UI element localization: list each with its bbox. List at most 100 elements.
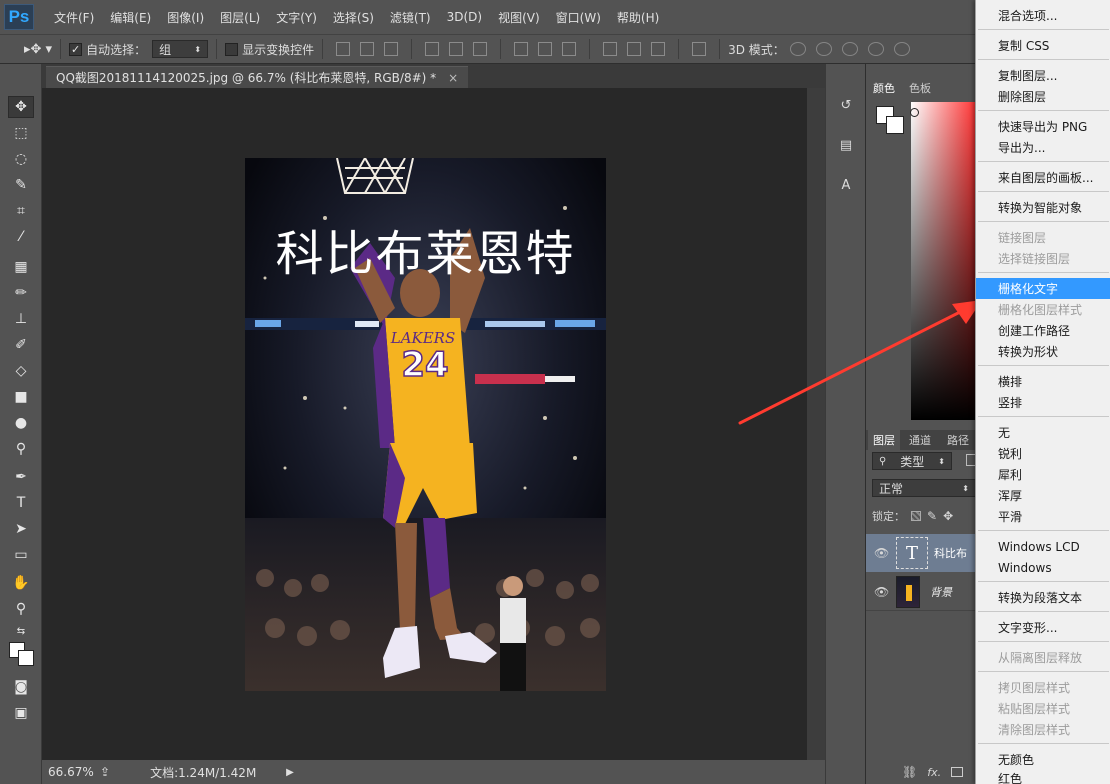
eraser-tool-icon[interactable]: ◇ (8, 360, 34, 382)
gradient-tool-icon[interactable]: ■ (8, 386, 34, 408)
document-tab[interactable]: QQ截图20181114120025.jpg @ 66.7% (科比布莱恩特, … (46, 66, 469, 88)
eyedropper-tool-icon[interactable]: ⁄ (8, 226, 34, 248)
menu-item-release-isolation[interactable]: 从隔离图层释放 (976, 647, 1110, 668)
menu-item-duplicate-layer[interactable]: 复制图层... (976, 65, 1110, 86)
menu-item-convert-to-shape[interactable]: 转换为形状 (976, 341, 1110, 362)
pen-tool-icon[interactable]: ✒ (8, 466, 34, 488)
visibility-eye-icon[interactable]: 👁 (874, 546, 889, 560)
menu-item-copy-layer-style[interactable]: 拷贝图层样式 (976, 677, 1110, 698)
marquee-tool-icon[interactable]: ⬚ (8, 122, 34, 144)
background-swatch[interactable] (886, 116, 904, 134)
lasso-tool-icon[interactable]: ◌ (8, 148, 34, 170)
add-mask-icon[interactable] (951, 767, 964, 777)
zoom-tool-icon[interactable]: ⚲ (8, 598, 34, 620)
menu-filter[interactable]: 滤镜(T) (382, 9, 439, 26)
lock-brush-icon[interactable]: ✎ (927, 509, 937, 523)
properties-panel-icon[interactable]: ▤ (834, 134, 858, 156)
distribute-bottom-icon[interactable] (562, 42, 577, 56)
distribute-hcenter-icon[interactable] (627, 42, 642, 56)
align-hcenter-icon[interactable] (449, 42, 464, 56)
menu-select[interactable]: 选择(S) (325, 9, 382, 26)
menu-3d[interactable]: 3D(D) (439, 10, 490, 24)
show-transform-checkbox[interactable] (225, 42, 239, 56)
align-vcenter-icon[interactable] (360, 42, 375, 56)
move-tool-icon[interactable]: ✥ (8, 96, 34, 118)
path-select-tool-icon[interactable]: ➤ (8, 518, 34, 540)
visibility-eye-icon[interactable]: 👁 (874, 585, 889, 599)
menu-type[interactable]: 文字(Y) (268, 9, 325, 26)
menu-edit[interactable]: 编辑(E) (102, 9, 159, 26)
tab-layers[interactable]: 图层 (868, 430, 900, 450)
canvas-type-layer-text[interactable]: 科比布莱恩特 (245, 214, 606, 284)
history-panel-icon[interactable]: ↺ (834, 94, 858, 116)
menu-item-windows-lcd[interactable]: Windows LCD (976, 536, 1110, 557)
menu-image[interactable]: 图像(I) (159, 9, 212, 26)
distribute-top-icon[interactable] (514, 42, 529, 56)
export-icon[interactable]: ⇪ (100, 765, 110, 779)
blend-mode-dropdown[interactable]: 正常 ⬍ (872, 479, 976, 497)
rectangle-tool-icon[interactable]: ▭ (8, 544, 34, 566)
link-layers-icon[interactable]: ⛓ (902, 765, 917, 779)
menu-item-export-as[interactable]: 导出为... (976, 137, 1110, 158)
distribute-right-icon[interactable] (651, 42, 666, 56)
lock-move-icon[interactable]: ✥ (943, 509, 953, 523)
menu-item-aa-smooth[interactable]: 平滑 (976, 506, 1110, 527)
layer-kind-filter[interactable]: ⚲ 类型 ⬍ (872, 452, 952, 470)
menu-item-rasterize-type[interactable]: 栅格化文字 (976, 278, 1110, 299)
screen-mode-icon[interactable]: ▣ (8, 702, 34, 724)
tab-color[interactable]: 颜色 (868, 78, 900, 98)
menu-file[interactable]: 文件(F) (46, 9, 102, 26)
menu-help[interactable]: 帮助(H) (609, 9, 667, 26)
layer-row-text[interactable]: 👁 T 科比布 (866, 534, 976, 572)
distribute-vcenter-icon[interactable] (538, 42, 553, 56)
healing-brush-tool-icon[interactable]: ▦ (8, 256, 34, 278)
quick-select-tool-icon[interactable]: ✎ (8, 174, 34, 196)
zoom-level[interactable]: 66.67% (48, 765, 94, 779)
type-tool-icon[interactable]: T (8, 492, 34, 514)
menu-item-artboard-from-layers[interactable]: 来自图层的画板... (976, 167, 1110, 188)
menu-item-aa-strong[interactable]: 浑厚 (976, 485, 1110, 506)
menu-item-create-work-path[interactable]: 创建工作路径 (976, 320, 1110, 341)
menu-window[interactable]: 窗口(W) (548, 9, 609, 26)
menu-item-blending-options[interactable]: 混合选项... (976, 5, 1110, 26)
auto-select-checkbox[interactable]: ✓ (69, 42, 83, 56)
layer-row-background[interactable]: 👁 背景 (866, 573, 976, 611)
menu-item-clear-layer-style[interactable]: 清除图层样式 (976, 719, 1110, 740)
menu-item-rasterize-layer-style[interactable]: 栅格化图层样式 (976, 299, 1110, 320)
3d-rotate-icon[interactable] (789, 42, 806, 56)
menu-item-vertical[interactable]: 竖排 (976, 392, 1110, 413)
3d-slide-icon[interactable] (867, 42, 884, 56)
menu-item-aa-crisp[interactable]: 犀利 (976, 464, 1110, 485)
distribute-left-icon[interactable] (603, 42, 618, 56)
align-left-icon[interactable] (425, 42, 440, 56)
document-canvas[interactable]: LAKERS 24 科比布莱恩特 (245, 158, 606, 691)
menu-item-convert-paragraph-text[interactable]: 转换为段落文本 (976, 587, 1110, 608)
align-right-icon[interactable] (473, 42, 488, 56)
status-menu-arrow-icon[interactable]: ▶ (286, 767, 294, 778)
align-top-icon[interactable] (336, 42, 351, 56)
clone-stamp-tool-icon[interactable]: ⊥ (8, 308, 34, 330)
menu-item-horizontal[interactable]: 横排 (976, 371, 1110, 392)
blur-tool-icon[interactable]: ● (8, 412, 34, 434)
menu-item-red[interactable]: 红色 (976, 770, 1110, 784)
hand-tool-icon[interactable]: ✋ (8, 572, 34, 594)
tab-channels[interactable]: 通道 (904, 430, 936, 450)
menu-layer[interactable]: 图层(L) (212, 9, 268, 26)
menu-item-copy-css[interactable]: 复制 CSS (976, 35, 1110, 56)
swap-colors-icon[interactable]: ⇆ (8, 620, 34, 642)
history-brush-tool-icon[interactable]: ✐ (8, 334, 34, 356)
3d-roll-icon[interactable] (815, 42, 832, 56)
menu-item-link-layers[interactable]: 链接图层 (976, 227, 1110, 248)
lock-transparent-icon[interactable] (911, 511, 921, 521)
menu-item-aa-none[interactable]: 无 (976, 422, 1110, 443)
menu-item-paste-layer-style[interactable]: 粘贴图层样式 (976, 698, 1110, 719)
dodge-tool-icon[interactable]: ⚲ (8, 438, 34, 460)
menu-item-select-linked-layers[interactable]: 选择链接图层 (976, 248, 1110, 269)
move-tool-preset-icon[interactable]: ▸✥ ▾ (24, 42, 52, 57)
menu-item-quick-export-png[interactable]: 快速导出为 PNG (976, 116, 1110, 137)
brush-tool-icon[interactable]: ✏ (8, 282, 34, 304)
layer-style-icon[interactable]: fx. (927, 766, 941, 779)
quick-mask-icon[interactable]: ◙ (8, 676, 34, 698)
auto-select-dropdown[interactable]: 组 ⬍ (152, 40, 209, 58)
close-icon[interactable]: × (448, 71, 458, 85)
